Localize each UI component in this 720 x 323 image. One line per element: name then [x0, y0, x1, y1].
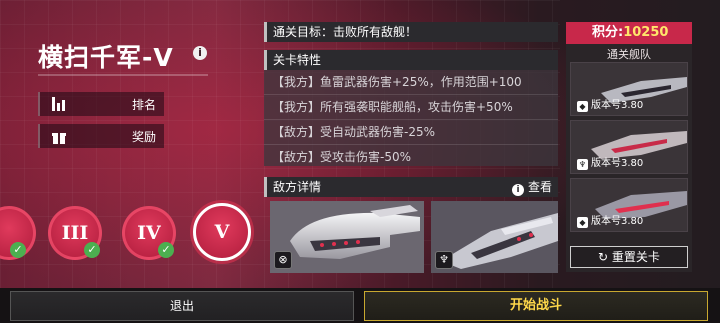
rank-button[interactable]: 排名: [38, 92, 164, 116]
features-heading: 关卡特性: [264, 50, 558, 70]
start-label: 开始战斗: [509, 298, 562, 313]
enemy-card[interactable]: ♆: [431, 201, 558, 273]
info-icon[interactable]: i: [193, 46, 207, 60]
feature-item: 【敌方】受自动武器伤害-25%: [264, 120, 558, 145]
info-icon: i: [511, 184, 524, 196]
objective-bar: 通关目标：击败所有敌舰！: [264, 22, 558, 42]
cleared-check-icon: ✓: [84, 242, 100, 258]
feature-item: 【敌方】受攻击伤害-50%: [264, 145, 558, 166]
fleet-ship-slot[interactable]: ♆ 版本号3.80: [570, 120, 688, 174]
ship-version: ◆ 版本号3.80: [577, 96, 643, 112]
exit-label: 退出: [169, 299, 194, 313]
enemy-heading-label: 敌方详情: [273, 180, 322, 194]
view-label: 查看: [527, 180, 552, 194]
reward-label: 奖励: [131, 130, 156, 144]
ship-version: ♆ 版本号3.80: [577, 154, 643, 170]
features-list[interactable]: 【我方】鱼雷武器伤害+25%，作用范围+100 【我方】所有强袭职能舰船，攻击伤…: [264, 70, 558, 166]
fleet-title: 通关舰队: [607, 48, 651, 61]
score-label: 积分:: [592, 25, 624, 40]
shield-icon: ◆: [577, 101, 588, 112]
rank-label: 排名: [131, 98, 156, 112]
refresh-icon: ↻: [598, 250, 612, 264]
ship-version-label: 版本号3.80: [591, 158, 644, 169]
enemy-heading: 敌方详情 i 查看: [264, 177, 558, 197]
reward-button[interactable]: 奖励: [38, 124, 164, 148]
shield-icon: ◆: [577, 217, 588, 228]
fleet-ship-slot[interactable]: ◆ 版本号3.80: [570, 62, 688, 116]
ship-version-label: 版本号3.80: [591, 100, 644, 111]
exit-button[interactable]: 退出: [10, 291, 354, 321]
carrier-icon: ♆: [435, 251, 453, 269]
title-divider: [38, 74, 208, 76]
crosshair-icon: ⊗: [274, 251, 292, 269]
stage-node-5[interactable]: V: [193, 203, 251, 261]
start-battle-button[interactable]: 开始战斗: [364, 291, 708, 321]
ship-version-label: 版本号3.80: [591, 216, 644, 227]
carrier-icon: ♆: [577, 159, 588, 170]
cleared-check-icon: ✓: [158, 242, 174, 258]
cleared-check-icon: ✓: [10, 242, 26, 258]
view-button[interactable]: i 查看: [511, 177, 552, 197]
enemy-ship-image: [270, 201, 424, 273]
reset-label: 重置关卡: [611, 250, 660, 264]
gift-icon: [52, 129, 66, 144]
score-banner: 积分:10250: [566, 22, 692, 44]
enemy-card[interactable]: ⊗: [270, 201, 424, 273]
ship-version: ◆ 版本号3.80: [577, 212, 643, 228]
fleet-ship-slot[interactable]: ◆ 版本号3.80: [570, 178, 688, 232]
feature-item: 【我方】鱼雷武器伤害+25%，作用范围+100: [264, 70, 558, 95]
reset-stage-button[interactable]: ↻ 重置关卡: [570, 246, 688, 268]
ranking-icon: [52, 97, 66, 111]
feature-item: 【我方】所有强袭职能舰船，攻击伤害+50%: [264, 95, 558, 120]
stage-title: 横扫千军-V: [38, 43, 174, 72]
score-value: 10250: [623, 25, 669, 40]
